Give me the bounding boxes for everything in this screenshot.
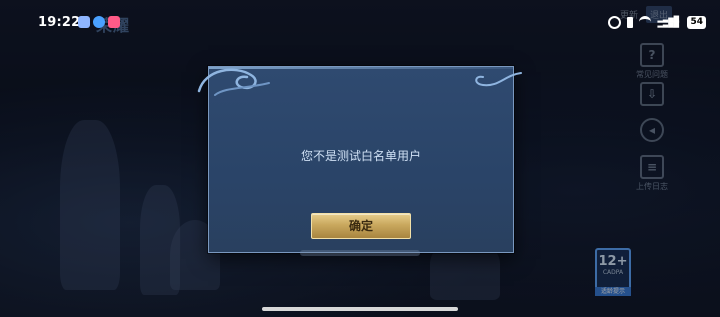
app-notification-icon: [108, 16, 120, 28]
clock: 19:22: [38, 15, 81, 30]
vibrate-icon: [627, 16, 634, 28]
status-bar: 19:22 ▂▃▅▇ ▂▃▅▇ 54: [0, 0, 720, 44]
message-icon: [93, 16, 105, 28]
dialog-base-decoration: [300, 250, 420, 256]
wifi-icon: [639, 15, 652, 29]
signal-icon: ▂▃▅▇ ▂▃▅▇: [657, 15, 680, 28]
dialog-ornament: [197, 68, 270, 96]
dialog-message: 您不是测试白名单用户: [300, 149, 421, 163]
dialog-ornament: [475, 72, 522, 87]
notification-icon: [78, 16, 90, 28]
alarm-icon: [608, 15, 622, 29]
alert-dialog: 您不是测试白名单用户 确定: [197, 66, 522, 253]
system-icons: ▂▃▅▇ ▂▃▅▇ 54: [608, 14, 706, 30]
confirm-button[interactable]: 确定: [311, 213, 411, 239]
battery-indicator: 54: [687, 15, 706, 29]
home-indicator[interactable]: [262, 307, 458, 311]
